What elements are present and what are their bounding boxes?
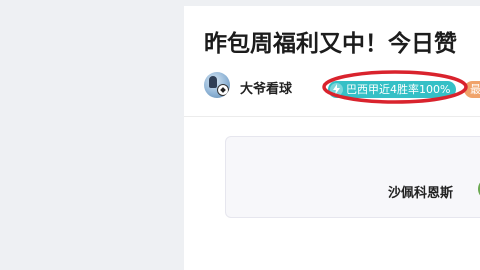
win-rate-badge-label: 巴西甲近4胜率100% (346, 83, 451, 96)
author-row: 大爷看球 巴西甲近4胜率100% 最 (204, 70, 480, 104)
avatar-figure-icon (209, 76, 217, 88)
author-name[interactable]: 大爷看球 (240, 78, 292, 97)
article-title: 昨包周福利又中！今日赞 (204, 31, 457, 57)
secondary-badge-label: 最 (470, 83, 480, 96)
secondary-badge[interactable]: 最 (464, 81, 480, 98)
soccer-ball-icon (217, 84, 229, 96)
lightning-icon (330, 83, 343, 96)
page-background (0, 0, 184, 270)
team-name: 沙佩科恩斯 (388, 186, 454, 201)
author-avatar[interactable] (204, 72, 230, 98)
win-rate-badge[interactable]: 巴西甲近4胜率100% (328, 81, 457, 98)
divider (184, 116, 480, 117)
match-card[interactable]: 沙佩科恩斯 (225, 136, 480, 218)
